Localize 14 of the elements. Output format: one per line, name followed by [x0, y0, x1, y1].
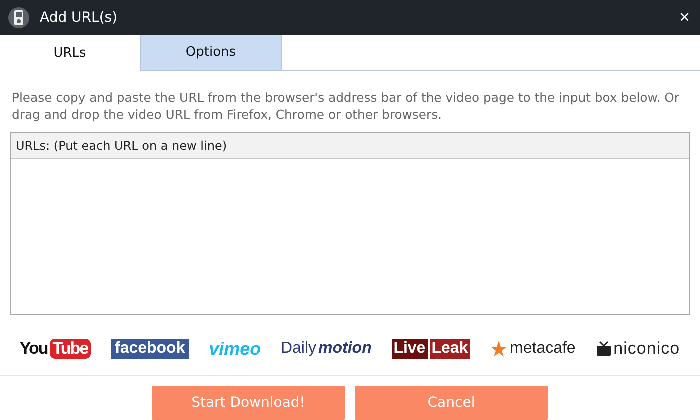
- tab[interactable]: URLs: [0, 35, 141, 71]
- site-logo: Live Leak: [392, 339, 470, 359]
- site-logo: metacafe: [490, 340, 576, 358]
- instructions-text: Please copy and paste the URL from the browser's address bar of the video page to the input box below. Or drag and drop the video URL from Firefox, Chrome or other browsers.: [12, 89, 680, 123]
- site-logo: facebook: [110, 339, 190, 359]
- site-logo: niconico: [596, 339, 680, 359]
- close-button[interactable]: ×: [677, 7, 692, 28]
- urls-header: URLs: (Put each URL on a new line): [11, 133, 689, 159]
- media-player-icon: [8, 6, 30, 28]
- tab[interactable]: Options: [141, 35, 282, 70]
- site-logo: Dailymotion: [280, 340, 372, 358]
- site-logo: You Tube: [20, 339, 92, 359]
- window-title: Add URL(s): [40, 10, 119, 26]
- site-logo: vimeo: [209, 338, 262, 360]
